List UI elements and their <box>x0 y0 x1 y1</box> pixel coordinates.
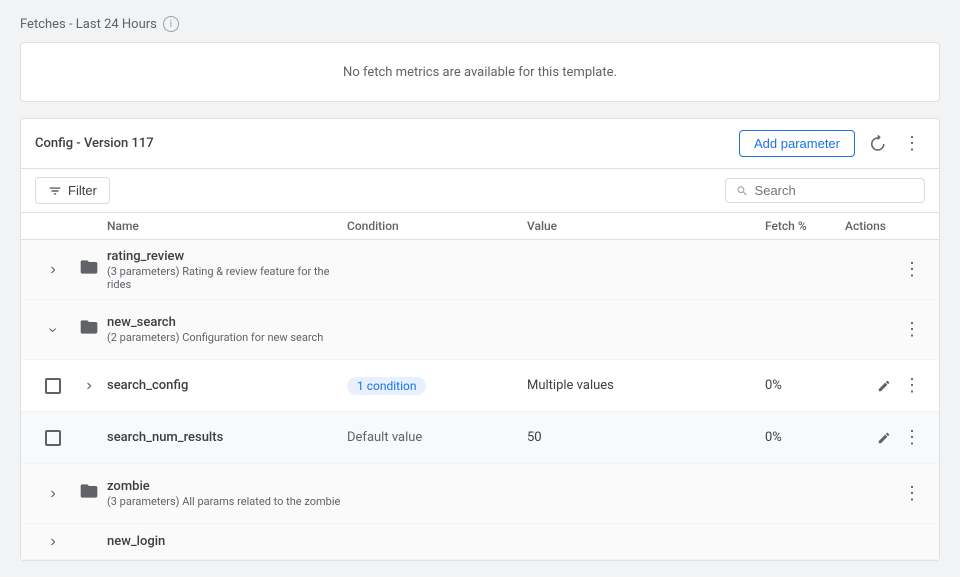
fetches-empty-box: No fetch metrics are available for this … <box>20 42 940 102</box>
table-row: › rating_review (3 parameters) Rating & … <box>21 240 939 300</box>
param-name: new_login <box>107 534 347 549</box>
table-header: Name Condition Value Fetch % Actions <box>21 213 939 240</box>
table-row: search_num_results Default value 50 0% ⋮ <box>21 412 939 464</box>
history-icon-button[interactable] <box>863 130 891 158</box>
param-name: new_search <box>107 315 347 330</box>
edit-button[interactable] <box>873 375 895 397</box>
expand-button[interactable]: › <box>48 531 57 553</box>
row-value-col: Multiple values <box>527 378 765 393</box>
col-expand-header <box>35 219 71 233</box>
row-checkbox[interactable] <box>45 378 61 394</box>
row-expand-col: › <box>35 259 71 281</box>
fetch-pct: 0% <box>765 378 782 393</box>
row-actions-col: ⋮ <box>845 371 925 400</box>
config-actions: Add parameter ⋮ <box>739 129 925 158</box>
col-actions-header: Actions <box>845 219 925 233</box>
row-name-col: search_num_results <box>107 430 347 445</box>
row-name-col: search_config <box>107 378 347 393</box>
expand-button[interactable]: › <box>48 259 57 281</box>
row-checkbox[interactable] <box>45 430 61 446</box>
row-more-button[interactable]: ⋮ <box>899 423 925 452</box>
row-expand-col: › <box>35 319 71 341</box>
config-header: Config - Version 117 Add parameter ⋮ <box>21 119 939 169</box>
row-fetch-col: 0% <box>765 430 845 445</box>
row-more-button[interactable]: ⋮ <box>899 371 925 400</box>
search-input[interactable] <box>755 183 914 198</box>
value-text: Multiple values <box>527 378 614 393</box>
fetches-section: Fetches - Last 24 Hours i No fetch metri… <box>20 16 940 102</box>
row-icon-col: › <box>71 375 107 397</box>
search-box <box>725 178 925 203</box>
table-row: › new_search (2 parameters) Configuratio… <box>21 300 939 360</box>
row-fetch-col: 0% <box>765 378 845 393</box>
page-container: Fetches - Last 24 Hours i No fetch metri… <box>0 0 960 577</box>
param-name: rating_review <box>107 249 347 264</box>
col-name-header: Name <box>107 219 347 233</box>
row-actions-col: ⋮ <box>845 423 925 452</box>
row-name-col: rating_review (3 parameters) Rating & re… <box>107 249 347 291</box>
table-row: › new_login <box>21 524 939 560</box>
default-value-label: Default value <box>347 430 422 445</box>
fetches-header: Fetches - Last 24 Hours i <box>20 16 940 32</box>
fetches-empty-message: No fetch metrics are available for this … <box>343 65 617 80</box>
expand-button[interactable]: › <box>48 483 57 505</box>
value-text: 50 <box>527 430 542 445</box>
fetch-pct: 0% <box>765 430 782 445</box>
row-actions-col: ⋮ <box>845 315 925 344</box>
edit-button[interactable] <box>873 427 895 449</box>
row-name-col: new_search (2 parameters) Configuration … <box>107 315 347 344</box>
row-icon-col <box>71 257 107 282</box>
row-actions-col: ⋮ <box>845 255 925 284</box>
toolbar: Filter <box>21 169 939 213</box>
row-more-button[interactable]: ⋮ <box>899 315 925 344</box>
row-expand-col: › <box>35 531 71 553</box>
condition-chip: 1 condition <box>347 377 426 395</box>
row-icon-col <box>71 317 107 342</box>
fetches-title: Fetches - Last 24 Hours <box>20 17 157 32</box>
param-desc: (3 parameters) All params related to the… <box>107 495 347 508</box>
row-condition-col: 1 condition <box>347 377 527 395</box>
table-row: › search_config 1 condition Multiple val… <box>21 360 939 412</box>
row-name-col: zombie (3 parameters) All params related… <box>107 479 347 508</box>
table-row: › zombie (3 parameters) All params relat… <box>21 464 939 524</box>
col-condition-header: Condition <box>347 219 527 233</box>
col-icon-header <box>71 219 107 233</box>
search-icon <box>736 184 749 198</box>
row-more-button[interactable]: ⋮ <box>899 255 925 284</box>
config-section: Config - Version 117 Add parameter ⋮ Fil… <box>20 118 940 561</box>
param-desc: (3 parameters) Rating & review feature f… <box>107 265 347 291</box>
fetches-info-icon[interactable]: i <box>163 16 179 32</box>
folder-icon <box>79 481 99 506</box>
row-condition-col: Default value <box>347 430 527 445</box>
child-expand-button[interactable]: › <box>84 375 93 397</box>
edit-icon <box>877 379 891 393</box>
folder-icon <box>79 257 99 282</box>
col-value-header: Value <box>527 219 765 233</box>
expand-button[interactable]: › <box>42 325 64 334</box>
edit-icon <box>877 431 891 445</box>
row-actions-col: ⋮ <box>845 479 925 508</box>
table-body: › rating_review (3 parameters) Rating & … <box>21 240 939 560</box>
row-expand-col: › <box>35 483 71 505</box>
filter-label: Filter <box>68 183 97 198</box>
filter-button[interactable]: Filter <box>35 177 110 204</box>
filter-icon <box>48 184 62 198</box>
row-value-col: 50 <box>527 430 765 445</box>
row-more-button[interactable]: ⋮ <box>899 479 925 508</box>
col-fetch-header: Fetch % <box>765 219 845 233</box>
row-expand-col <box>35 378 71 394</box>
config-more-button[interactable]: ⋮ <box>899 129 925 158</box>
add-parameter-button[interactable]: Add parameter <box>739 130 855 157</box>
param-name: zombie <box>107 479 347 494</box>
param-name: search_config <box>107 378 347 393</box>
history-icon <box>868 135 886 153</box>
row-name-col: new_login <box>107 534 347 549</box>
row-expand-col <box>35 430 71 446</box>
param-name: search_num_results <box>107 430 347 445</box>
config-title: Config - Version 117 <box>35 136 154 151</box>
folder-icon <box>79 317 99 342</box>
row-icon-col <box>71 481 107 506</box>
param-desc: (2 parameters) Configuration for new sea… <box>107 331 347 344</box>
